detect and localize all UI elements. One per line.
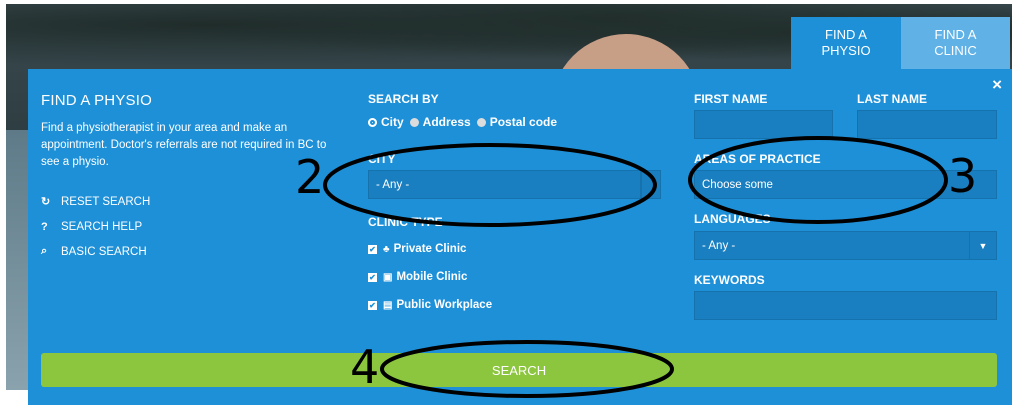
radio-address-dot <box>409 117 419 127</box>
radio-city-label: City <box>381 115 404 129</box>
search-icon: ⌕ <box>41 245 48 257</box>
close-icon[interactable]: × <box>992 75 1002 95</box>
search-by-radios: City Address Postal code <box>368 115 563 129</box>
checkbox-public-workplace[interactable]: ✔ ▤ Public Workplace <box>368 291 492 319</box>
last-name-label: LAST NAME <box>857 92 927 106</box>
radio-address[interactable]: Address <box>409 115 471 129</box>
tab-find-clinic[interactable]: FIND A CLINIC <box>901 17 1010 69</box>
panel-title: FIND A PHYSIO <box>41 92 152 109</box>
radio-postal-label: Postal code <box>489 115 558 129</box>
city-value: - Any - <box>376 178 410 191</box>
reset-search-link[interactable]: ↻ RESET SEARCH <box>41 189 150 214</box>
search-help-label: SEARCH HELP <box>61 220 143 233</box>
clinic-type-checks: ✔ ♣ Private Clinic ✔ ▣ Mobile Clinic ✔ ▤… <box>368 235 492 319</box>
first-name-label: FIRST NAME <box>694 92 768 106</box>
checkbox-private-clinic[interactable]: ✔ ♣ Private Clinic <box>368 235 492 263</box>
checkbox-mobile-clinic[interactable]: ✔ ▣ Mobile Clinic <box>368 263 492 291</box>
city-dropdown-button[interactable] <box>641 170 661 199</box>
help-icon: ? <box>41 220 48 233</box>
public-workplace-label: Public Workplace <box>396 299 493 311</box>
basic-search-label: BASIC SEARCH <box>61 245 147 258</box>
annotation-number-4: 4 <box>350 340 380 394</box>
find-physio-panel: × FIND A PHYSIO Find a physiotherapist i… <box>28 69 1012 405</box>
mobile-clinic-label: Mobile Clinic <box>396 271 468 283</box>
annotation-number-2: 2 <box>295 150 325 204</box>
panel-description: Find a physiotherapist in your area and … <box>41 122 327 168</box>
languages-value: - Any - <box>702 239 736 252</box>
chevron-down-icon: ▼ <box>969 232 996 259</box>
city-select[interactable]: - Any - <box>368 170 641 199</box>
user-icon: ♣ <box>383 243 390 255</box>
radio-city-dot <box>368 117 377 127</box>
tab-find-physio[interactable]: FIND A PHYSIO <box>791 17 901 69</box>
languages-select[interactable]: - Any - ▼ <box>694 231 997 260</box>
medkit-icon: ▣ <box>383 271 393 283</box>
keywords-label: KEYWORDS <box>694 273 765 287</box>
search-help-link[interactable]: ? SEARCH HELP <box>41 214 150 239</box>
annotation-number-3: 3 <box>948 149 978 203</box>
side-links: ↻ RESET SEARCH ? SEARCH HELP ⌕ BASIC SEA… <box>41 189 150 264</box>
search-button[interactable]: SEARCH <box>41 353 997 387</box>
clinic-type-label: CLINIC TYPE <box>368 215 443 229</box>
checkbox-public-box: ✔ <box>368 300 377 310</box>
areas-of-practice-placeholder: Choose some <box>702 178 773 191</box>
last-name-field[interactable] <box>857 110 997 139</box>
basic-search-link[interactable]: ⌕ BASIC SEARCH <box>41 239 150 264</box>
building-icon: ▤ <box>383 299 393 311</box>
checkbox-mobile-box: ✔ <box>368 272 377 282</box>
reset-icon: ↻ <box>41 196 51 208</box>
keywords-field[interactable] <box>694 291 997 320</box>
radio-postal-code[interactable]: Postal code <box>476 115 558 129</box>
private-clinic-label: Private Clinic <box>393 243 467 255</box>
first-name-field[interactable] <box>694 110 833 139</box>
radio-city[interactable]: City <box>368 115 404 129</box>
tab-bar: FIND A PHYSIO FIND A CLINIC <box>791 17 1010 69</box>
radio-address-label: Address <box>422 115 471 129</box>
languages-label: LANGUAGES <box>694 212 771 226</box>
checkbox-private-box: ✔ <box>368 244 377 254</box>
radio-postal-dot <box>476 117 486 127</box>
areas-of-practice-label: AREAS OF PRACTICE <box>694 152 821 166</box>
search-by-label: SEARCH BY <box>368 92 439 106</box>
city-label: CITY <box>368 152 396 166</box>
reset-search-label: RESET SEARCH <box>61 195 151 208</box>
